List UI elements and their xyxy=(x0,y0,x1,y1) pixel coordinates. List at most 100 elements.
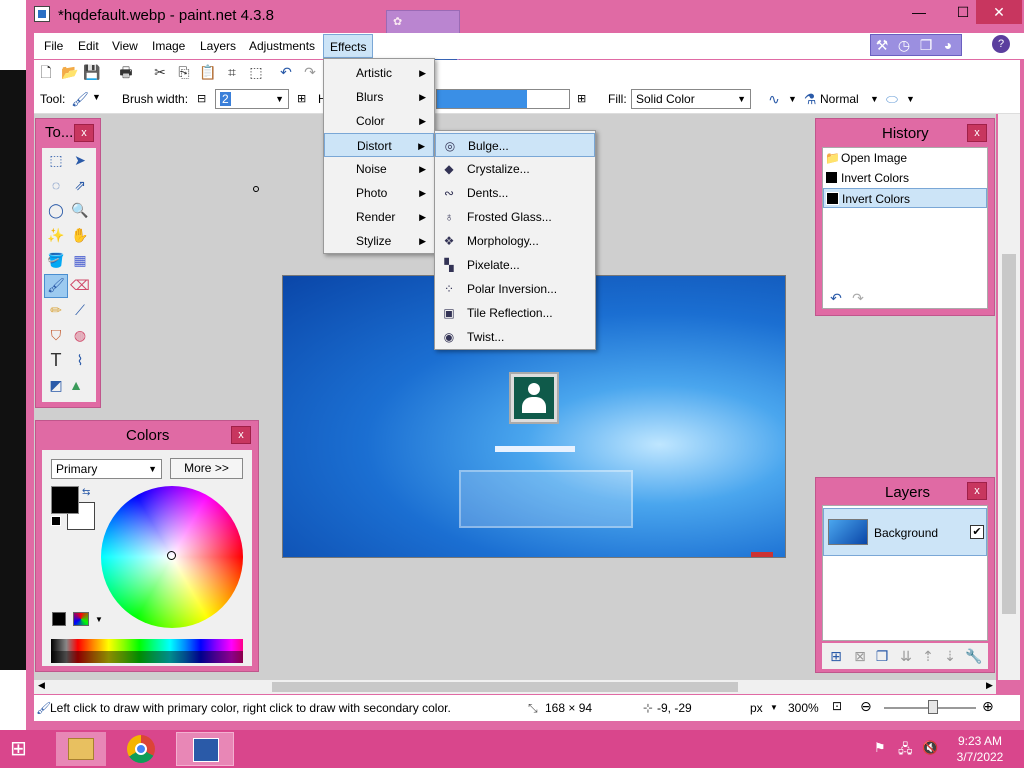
brush-width-decrease-icon[interactable]: ⊟ xyxy=(197,92,206,105)
taskbar-chrome[interactable] xyxy=(116,732,166,766)
horizontal-scrollbar[interactable] xyxy=(34,680,996,694)
palette-dropdown-icon[interactable]: ▼ xyxy=(95,615,103,624)
palette-menu-icon[interactable] xyxy=(73,612,89,626)
brush-width-dropdown-icon[interactable]: ▼ xyxy=(275,90,284,108)
distort-twist[interactable]: ◉ Twist... xyxy=(435,325,595,349)
layer-properties-icon[interactable]: 🔧 xyxy=(964,646,984,666)
start-windows-icon[interactable]: ⊞ xyxy=(10,737,38,761)
recolor-tool-icon[interactable]: ◍ xyxy=(70,325,90,345)
rectangle-select-tool-icon[interactable]: ⬚ xyxy=(46,150,66,170)
hardness-slider[interactable] xyxy=(436,89,570,109)
redo-icon[interactable]: ↷ xyxy=(300,62,320,82)
open-folder-icon[interactable]: 📂 xyxy=(60,62,80,82)
merge-layer-icon[interactable]: ⇊ xyxy=(896,646,916,666)
paste-icon[interactable]: 📋 xyxy=(198,62,218,82)
vertical-scrollbar[interactable] xyxy=(998,114,1020,680)
effects-color[interactable]: Color ▶ xyxy=(324,109,434,133)
effects-photo[interactable]: Photo ▶ xyxy=(324,181,434,205)
undo-icon[interactable]: ↶ xyxy=(276,62,296,82)
menu-effects[interactable]: Effects xyxy=(323,34,374,58)
zoom-out-icon[interactable]: ⊖ xyxy=(860,698,872,715)
new-image-icon[interactable]: 🗋 xyxy=(36,62,56,82)
menu-adjustments[interactable]: Adjustments xyxy=(243,34,321,58)
move-layer-up-icon[interactable]: ⇡ xyxy=(918,646,938,666)
antialiasing-icon[interactable]: ∿ xyxy=(764,89,784,109)
add-layer-icon[interactable]: ⊞ xyxy=(826,646,846,666)
cut-icon[interactable]: ✂ xyxy=(150,62,170,82)
distort-polar-inversion[interactable]: ⁘ Polar Inversion... xyxy=(435,277,595,301)
colors-window-icon[interactable]: ◕ xyxy=(938,35,958,55)
selection-mode-icon[interactable]: ⬭ xyxy=(882,89,902,109)
zoom-slider-thumb[interactable] xyxy=(928,700,938,714)
clock-time[interactable]: 9:23 AM xyxy=(956,734,1004,748)
color-mode-dropdown-icon[interactable]: ▼ xyxy=(148,460,157,478)
close-button[interactable]: ✕ xyxy=(976,0,1022,24)
zoom-in-icon[interactable]: ⊕ xyxy=(982,698,994,715)
primary-color-swatch[interactable] xyxy=(51,486,79,514)
color-mode-select[interactable]: Primary ▼ xyxy=(51,459,162,479)
move-selected-tool-icon[interactable]: ➤ xyxy=(70,150,90,170)
brush-width-input[interactable]: 2 ▼ xyxy=(215,89,289,109)
ellipse-select-tool-icon[interactable]: ◯ xyxy=(46,200,66,220)
volume-muted-icon[interactable]: 🔇 xyxy=(922,740,938,756)
more-colors-button[interactable]: More >> xyxy=(170,458,243,479)
history-redo-icon[interactable]: ↷ xyxy=(848,288,868,308)
move-layer-down-icon[interactable]: ⇣ xyxy=(940,646,960,666)
print-icon[interactable]: 🖶 xyxy=(116,62,136,82)
text-tool-icon[interactable]: T xyxy=(46,350,66,370)
antialiasing-dropdown-icon[interactable]: ▼ xyxy=(788,94,797,104)
network-icon[interactable]: 🖧 xyxy=(898,740,913,762)
move-selection-tool-icon[interactable]: ⇗ xyxy=(70,175,90,195)
history-item-invert-colors-current[interactable]: Invert Colors xyxy=(823,188,987,208)
menu-image[interactable]: Image xyxy=(146,34,191,58)
color-picker-tool-icon[interactable]: ⟋ xyxy=(70,300,90,320)
eraser-tool-icon[interactable]: ⌫ xyxy=(70,275,90,295)
line-curve-tool-icon[interactable]: ⌇ xyxy=(70,350,90,370)
distort-crystalize[interactable]: ◆ Crystalize... xyxy=(435,157,595,181)
pencil-tool-icon[interactable]: ✏ xyxy=(46,300,66,320)
fill-select[interactable]: Solid Color ▼ xyxy=(631,89,751,109)
layers-panel-close-button[interactable]: x xyxy=(967,482,987,500)
color-palette-strip[interactable] xyxy=(51,639,243,663)
effects-distort[interactable]: Distort ▶ xyxy=(324,133,434,157)
copy-icon[interactable]: ⎘ xyxy=(174,62,194,82)
distort-dents[interactable]: ∾ Dents... xyxy=(435,181,595,205)
brush-width-increase-icon[interactable]: ⊞ xyxy=(297,92,306,105)
minimize-button[interactable]: — xyxy=(896,0,942,24)
blend-mode-value[interactable]: Normal xyxy=(820,92,859,106)
crop-icon[interactable]: ⌗ xyxy=(222,62,242,82)
deselect-icon[interactable]: ⬚ xyxy=(246,62,266,82)
duplicate-layer-icon[interactable]: ❐ xyxy=(872,646,892,666)
tools-window-icon[interactable]: ⚒ xyxy=(872,35,892,55)
zoom-tool-icon[interactable]: 🔍 xyxy=(70,200,90,220)
clone-stamp-tool-icon[interactable]: ⛉ xyxy=(46,325,66,345)
help-icon[interactable]: ? xyxy=(992,35,1010,53)
distort-tile-reflection[interactable]: ▣ Tile Reflection... xyxy=(435,301,595,325)
history-panel-close-button[interactable]: x xyxy=(967,124,987,142)
units-select[interactable]: px xyxy=(750,701,763,715)
zoom-fit-icon[interactable]: ⊡ xyxy=(832,699,842,713)
history-item-open-image[interactable]: 📁 Open Image xyxy=(823,148,983,168)
history-window-icon[interactable]: ◷ xyxy=(894,35,914,55)
effects-blurs[interactable]: Blurs ▶ xyxy=(324,85,434,109)
units-dropdown-icon[interactable]: ▼ xyxy=(770,703,778,712)
effects-render[interactable]: Render ▶ xyxy=(324,205,434,229)
swap-colors-icon[interactable]: ⇆ xyxy=(82,487,90,498)
colors-panel-close-button[interactable]: x xyxy=(231,426,251,444)
paintbrush-tool-icon[interactable]: 🖌 xyxy=(70,89,90,109)
taskbar-paintnet[interactable] xyxy=(176,732,234,766)
shapes-tool-icon[interactable]: ◩ xyxy=(46,375,66,395)
save-icon[interactable]: 💾 xyxy=(82,62,102,82)
shapes-triangle-icon[interactable]: ▲ xyxy=(66,375,86,395)
gradient-tool-icon[interactable]: ▦ xyxy=(70,250,90,270)
history-item-invert-colors[interactable]: Invert Colors xyxy=(823,168,983,188)
selection-mode-dropdown-icon[interactable]: ▼ xyxy=(906,94,915,104)
menu-file[interactable]: File xyxy=(38,34,69,58)
scroll-left-icon[interactable]: ◀ xyxy=(38,680,45,691)
layers-window-icon[interactable]: ❐ xyxy=(916,35,936,55)
settings-gear-icon[interactable]: ⚙ xyxy=(970,35,990,55)
menu-layers[interactable]: Layers xyxy=(194,34,242,58)
tool-dropdown-arrow-icon[interactable]: ▼ xyxy=(92,92,101,102)
delete-layer-icon[interactable]: ⊠ xyxy=(850,646,870,666)
lasso-select-tool-icon[interactable]: ◌ xyxy=(46,175,66,195)
